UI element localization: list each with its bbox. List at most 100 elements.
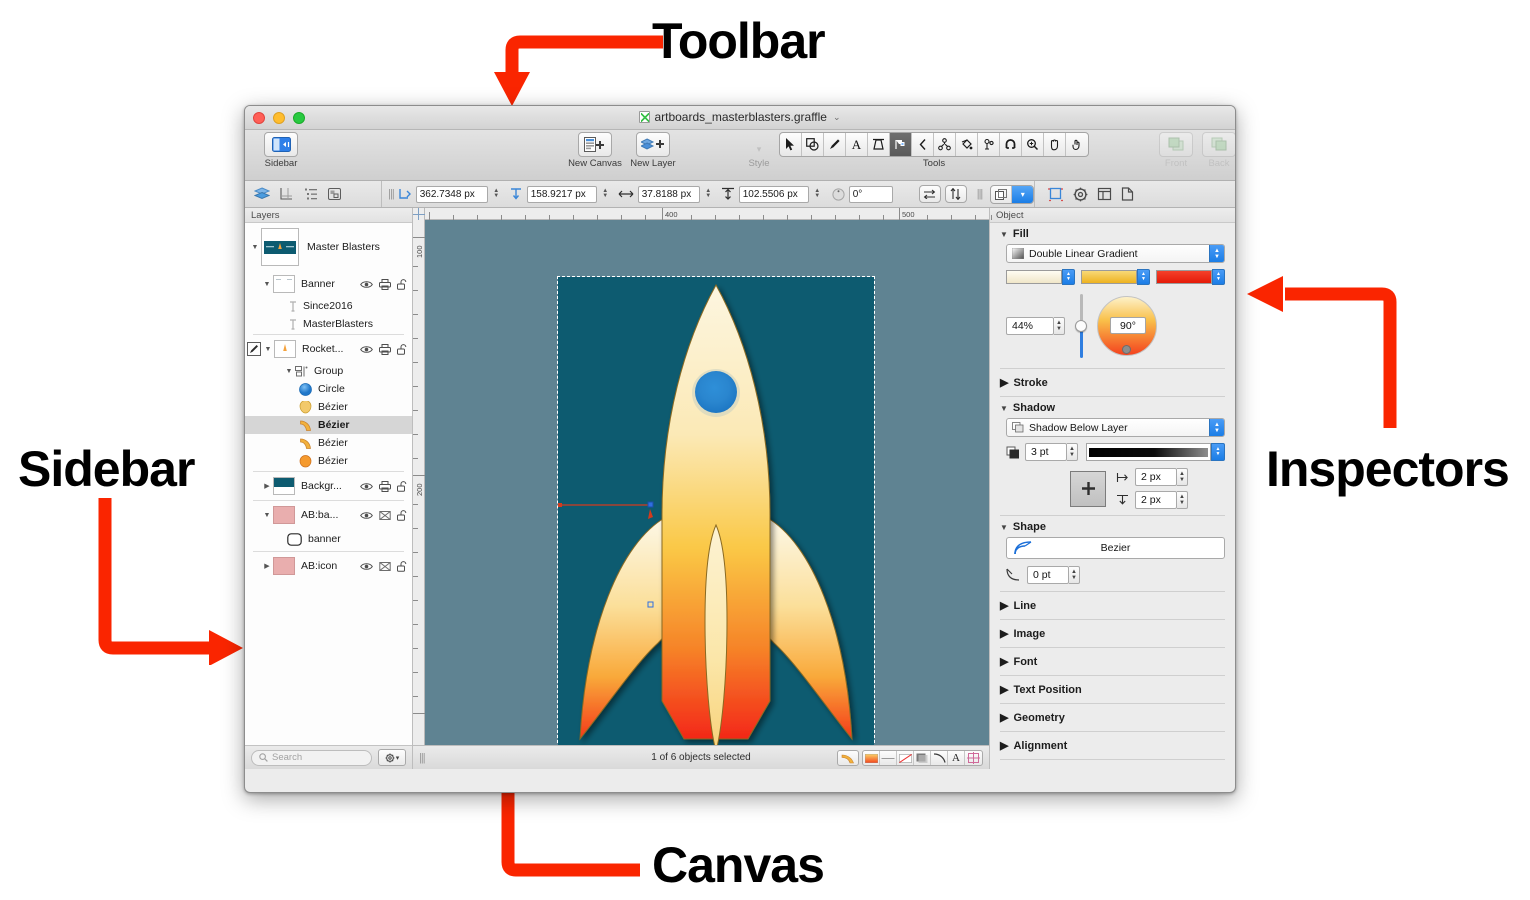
- fill-type-stepper[interactable]: ▲ ▼: [1209, 245, 1224, 262]
- gradient-stop-2-stepper[interactable]: ▲ ▼: [1137, 269, 1150, 285]
- arrow-select-icon[interactable]: [780, 133, 802, 156]
- height-stepper[interactable]: ▲ ▼: [813, 186, 822, 203]
- view-toggle-segment[interactable]: ▾: [990, 184, 1035, 204]
- shadow-blur-stepper[interactable]: ▲ ▼: [1067, 443, 1078, 461]
- outline-list-icon[interactable]: [303, 187, 318, 201]
- send-back-button[interactable]: [1202, 132, 1235, 157]
- layer-row-ab-banner[interactable]: ▼ AB:ba...: [245, 502, 412, 528]
- back-arrow-icon[interactable]: [912, 133, 934, 156]
- shadow-type-popup[interactable]: Shadow Below Layer ▲ ▼: [1006, 418, 1225, 437]
- stroke-icon[interactable]: [931, 751, 948, 765]
- layer-toggles[interactable]: [360, 509, 408, 521]
- flip-horizontal-icon[interactable]: [918, 185, 941, 203]
- nofill-icon[interactable]: [897, 751, 914, 765]
- single-view-icon[interactable]: [991, 185, 1013, 203]
- style-button[interactable]: ▾: [742, 132, 776, 157]
- gradient-stop-1-color[interactable]: [1006, 270, 1062, 284]
- disclosure-triangle-icon[interactable]: ▼: [261, 281, 273, 288]
- horizontal-ruler[interactable]: 400 500: [413, 208, 992, 220]
- disclosure-triangle-icon[interactable]: ▶: [261, 482, 273, 490]
- section-header-stroke[interactable]: ▶ Stroke: [990, 369, 1235, 396]
- gradient-stop-1-stepper[interactable]: ▲ ▼: [1062, 269, 1075, 285]
- slider-knob[interactable]: [1075, 320, 1087, 332]
- disclosure-triangle-icon[interactable]: ▼: [261, 512, 273, 519]
- layer-row-circle[interactable]: Circle: [245, 380, 412, 398]
- columns-icon[interactable]: [1097, 187, 1112, 201]
- shadow-type-stepper[interactable]: ▲ ▼: [1209, 419, 1224, 436]
- position-y-stepper[interactable]: ▲ ▼: [601, 186, 610, 203]
- eye-icon[interactable]: [360, 562, 373, 571]
- magic-wand-icon[interactable]: [978, 133, 1000, 156]
- layer-row-group[interactable]: ▼ Group: [245, 362, 412, 380]
- layer-row-background[interactable]: ▶ Backgr...: [245, 473, 412, 499]
- gradient-stop-2[interactable]: ▲ ▼: [1081, 269, 1150, 285]
- gradient-stop-3[interactable]: ▲ ▼: [1156, 269, 1225, 285]
- geometry-icon[interactable]: [965, 751, 982, 765]
- print-icon[interactable]: [379, 343, 391, 355]
- section-header-alignment[interactable]: ▶ Alignment: [990, 732, 1235, 759]
- eye-icon[interactable]: [360, 482, 373, 491]
- paint-bucket-icon[interactable]: [956, 133, 978, 156]
- shadow-icon[interactable]: [914, 751, 931, 765]
- window-titlebar[interactable]: artboards_masterblasters.graffle ⌄: [245, 106, 1235, 130]
- position-x-stepper[interactable]: ▲ ▼: [492, 186, 501, 203]
- layer-row-rocket[interactable]: ▼ Rocket...: [245, 336, 412, 362]
- disclosure-triangle-icon[interactable]: ▼: [1000, 230, 1008, 239]
- width-field[interactable]: 37.8188 px: [637, 185, 700, 203]
- corner-radius-stepper[interactable]: ▲ ▼: [1069, 566, 1080, 584]
- drawing-canvas[interactable]: [425, 220, 989, 745]
- layer-row-since2016[interactable]: Since2016: [245, 297, 412, 315]
- angle-dial-handle[interactable]: [1122, 345, 1131, 354]
- flip-vertical-icon[interactable]: [944, 185, 967, 203]
- ruler-top-track[interactable]: 400 500: [425, 208, 992, 220]
- layers-list[interactable]: ▼ Master Blasters ▼ Banner Since2016 Mas…: [245, 223, 412, 745]
- shadow-color-stepper[interactable]: ▲ ▼: [1211, 443, 1225, 461]
- disclosure-triangle-icon[interactable]: ▶: [1000, 683, 1008, 696]
- shadow-color-gradient[interactable]: [1086, 443, 1211, 461]
- eye-icon[interactable]: [360, 280, 373, 289]
- search-input[interactable]: Search: [251, 749, 372, 766]
- browse-hand-icon[interactable]: [1066, 133, 1088, 156]
- fill-opacity-control[interactable]: 44% ▲ ▼: [1006, 317, 1065, 335]
- layer-row-masterblasters[interactable]: MasterBlasters: [245, 315, 412, 333]
- layer-row-banner[interactable]: ▼ Banner: [245, 271, 412, 297]
- shadow-offset-x-value[interactable]: 2 px: [1135, 468, 1177, 486]
- fill-type-popup[interactable]: Double Linear Gradient ▲ ▼: [1006, 244, 1225, 263]
- width-stepper[interactable]: ▲ ▼: [704, 186, 713, 203]
- disclosure-triangle-icon[interactable]: ▶: [1000, 627, 1008, 640]
- style-quick-bar[interactable]: A: [837, 750, 983, 766]
- disclosure-triangle-icon[interactable]: ▼: [283, 368, 295, 375]
- tools-segmented-control[interactable]: A: [779, 132, 1089, 157]
- section-header-line[interactable]: ▶ Line: [990, 592, 1235, 619]
- text-tool-icon[interactable]: A: [846, 133, 868, 156]
- disclosure-triangle-icon[interactable]: ▶: [1000, 711, 1008, 724]
- zoom-tool-icon[interactable]: [1022, 133, 1044, 156]
- gradient-stop-3-stepper[interactable]: ▲ ▼: [1212, 269, 1225, 285]
- artboard-icon[interactable]: [1048, 187, 1064, 202]
- shadow-blur-control[interactable]: 3 pt ▲ ▼: [1025, 443, 1078, 461]
- disclosure-triangle-icon[interactable]: ▶: [1000, 376, 1008, 389]
- fill-opacity-stepper[interactable]: ▲ ▼: [1054, 317, 1065, 335]
- disclosure-triangle-icon[interactable]: ▼: [1000, 523, 1008, 532]
- canvas-frame-icon[interactable]: [279, 187, 294, 201]
- toolbar-grip[interactable]: |||: [388, 188, 395, 200]
- new-canvas-button[interactable]: [578, 132, 612, 157]
- ruler-origin-icon[interactable]: [413, 208, 425, 220]
- disclosure-triangle-icon[interactable]: ▶: [1000, 599, 1008, 612]
- layers-stack-icon[interactable]: [254, 187, 270, 201]
- eye-icon[interactable]: [360, 345, 373, 354]
- toolbar-grip-2[interactable]: |||: [977, 188, 984, 200]
- vertical-ruler[interactable]: 100 200: [413, 220, 425, 745]
- unlock-icon[interactable]: [397, 509, 408, 521]
- bezier-preview-icon[interactable]: [837, 750, 859, 766]
- layer-toggles[interactable]: [360, 560, 408, 572]
- position-y-field[interactable]: 158.9217 px: [526, 185, 597, 203]
- magnet-icon[interactable]: [1000, 133, 1022, 156]
- unlock-icon[interactable]: [397, 278, 408, 290]
- section-header-shape[interactable]: ▼ Shape: [990, 516, 1235, 537]
- view-options-chevron-icon[interactable]: ▾: [1012, 185, 1034, 203]
- fill-icon[interactable]: [863, 751, 880, 765]
- section-header-fill[interactable]: ▼ Fill: [990, 223, 1235, 244]
- gear-icon[interactable]: [1073, 187, 1088, 202]
- new-layer-button[interactable]: [636, 132, 670, 157]
